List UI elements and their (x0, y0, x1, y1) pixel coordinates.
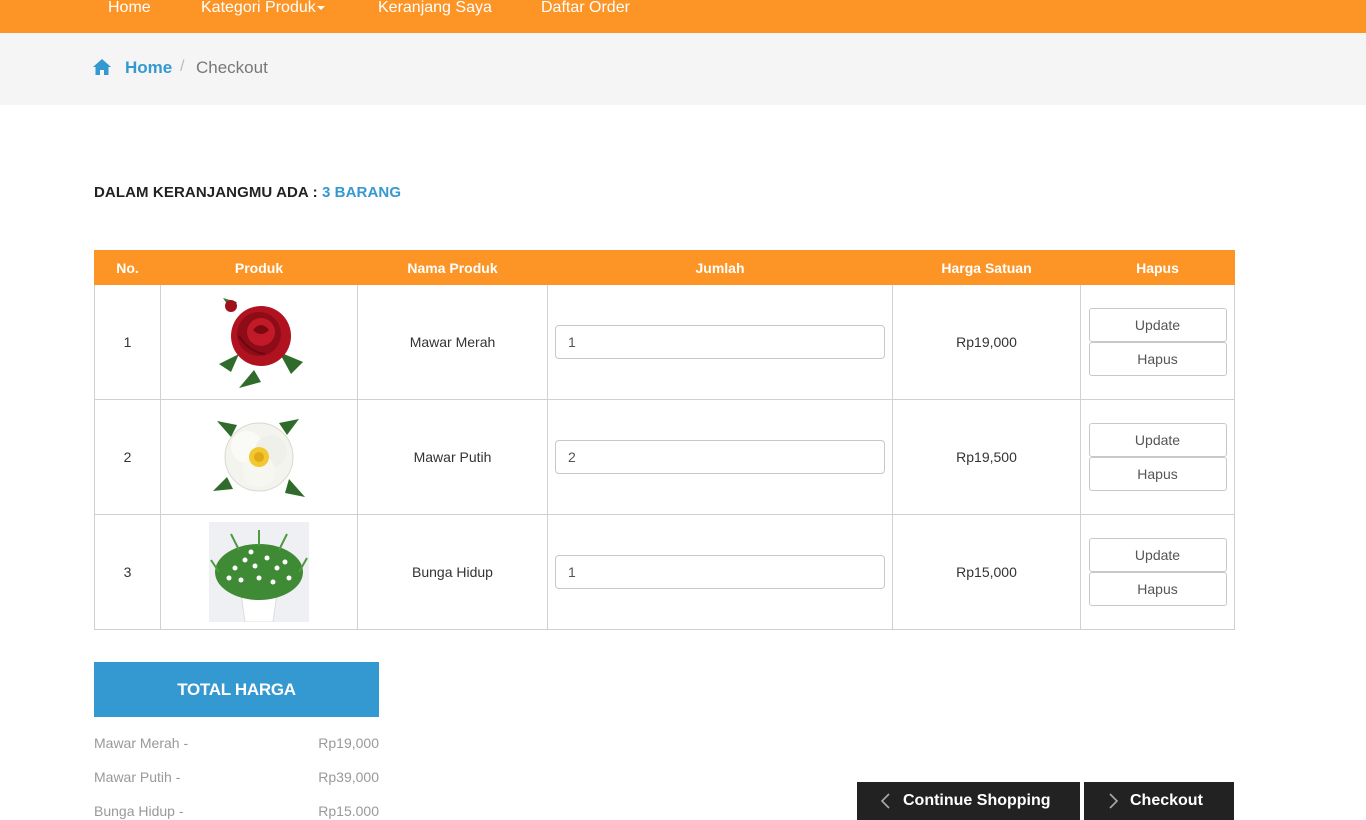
quantity-input[interactable] (555, 440, 885, 474)
cart-heading: DALAM KERANJANGMU ADA : 3 BARANG (94, 184, 401, 201)
breadcrumb-separator: / (180, 58, 185, 75)
delete-button[interactable]: Hapus (1088, 572, 1227, 606)
table-header-row: No. Produk Nama Produk Jumlah Harga Satu… (94, 250, 1235, 285)
col-header-produk: Produk (160, 250, 358, 285)
actions-cell: Update Hapus (1080, 399, 1235, 515)
chevron-right-icon (1109, 793, 1118, 809)
white-rose-image (213, 419, 305, 497)
row-number: 1 (94, 284, 161, 400)
cart-heading-label: DALAM KERANJANGMU ADA : (94, 184, 318, 201)
update-button[interactable]: Update (1088, 538, 1227, 572)
nav-kategori-label: Kategori Produk (201, 0, 316, 16)
continue-shopping-label: Continue Shopping (903, 792, 1051, 809)
cart-table: No. Produk Nama Produk Jumlah Harga Satu… (94, 250, 1235, 630)
delete-button[interactable]: Hapus (1088, 342, 1227, 376)
product-name: Mawar Putih (357, 399, 548, 515)
unit-price: Rp19,500 (892, 399, 1081, 515)
unit-price: Rp19,000 (892, 284, 1081, 400)
update-button[interactable]: Update (1088, 423, 1227, 457)
summary-item-name: Mawar Putih - (94, 769, 181, 785)
summary-item-name: Bunga Hidup - (94, 803, 184, 819)
quantity-cell (547, 284, 893, 400)
product-name: Mawar Merah (357, 284, 548, 400)
breadcrumb: Home / Checkout (0, 33, 1366, 105)
col-header-no: No. (94, 250, 161, 285)
product-name: Bunga Hidup (357, 514, 548, 630)
product-image-cell (160, 284, 358, 400)
continue-shopping-button[interactable]: Continue Shopping (857, 782, 1080, 820)
table-row: 1 Mawar Merah Rp19,000 (94, 284, 1235, 400)
nav-kategori-produk[interactable]: Kategori Produk (201, 0, 325, 18)
top-navbar: Home Kategori Produk Keranjang Saya Daft… (0, 0, 1366, 33)
summary-line: Mawar Putih - Rp39,000 (94, 769, 379, 785)
quantity-cell (547, 399, 893, 515)
actions-cell: Update Hapus (1080, 514, 1235, 630)
nav-daftar-order[interactable]: Daftar Order (541, 0, 630, 18)
col-header-nama-produk: Nama Produk (357, 250, 548, 285)
table-row: 2 Mawar Putih Rp19,500 (94, 399, 1235, 515)
breadcrumb-home-link[interactable]: Home (125, 58, 172, 78)
summary-line: Bunga Hidup - Rp15.000 (94, 803, 379, 819)
checkout-label: Checkout (1130, 792, 1203, 809)
potted-flowers-image (209, 522, 309, 622)
nav-home[interactable]: Home (108, 0, 151, 18)
unit-price: Rp15,000 (892, 514, 1081, 630)
delete-button[interactable]: Hapus (1088, 457, 1227, 491)
table-row: 3 Bunga Hidup R (94, 514, 1235, 630)
col-header-jumlah: Jumlah (547, 250, 893, 285)
nav-keranjang-saya[interactable]: Keranjang Saya (378, 0, 492, 18)
actions-cell: Update Hapus (1080, 284, 1235, 400)
row-number: 2 (94, 399, 161, 515)
chevron-left-icon (881, 793, 890, 809)
quantity-input[interactable] (555, 325, 885, 359)
caret-down-icon (316, 5, 325, 10)
home-icon[interactable] (93, 59, 111, 75)
total-price-header: TOTAL HARGA (94, 662, 379, 717)
summary-item-name: Mawar Merah - (94, 735, 189, 751)
quantity-cell (547, 514, 893, 630)
quantity-input[interactable] (555, 555, 885, 589)
summary-item-price: Rp39,000 (318, 769, 379, 785)
summary-item-price: Rp19,000 (318, 735, 379, 751)
col-header-hapus: Hapus (1080, 250, 1235, 285)
summary-line: Mawar Merah - Rp19,000 (94, 735, 379, 751)
red-rose-image (219, 298, 303, 388)
col-header-harga-satuan: Harga Satuan (892, 250, 1081, 285)
checkout-button[interactable]: Checkout (1084, 782, 1234, 820)
cart-item-count: 3 BARANG (321, 184, 402, 201)
product-image-cell (160, 399, 358, 515)
row-number: 3 (94, 514, 161, 630)
summary-item-price: Rp15.000 (318, 803, 379, 819)
update-button[interactable]: Update (1088, 308, 1227, 342)
product-image-cell (160, 514, 358, 630)
breadcrumb-current: Checkout (196, 58, 268, 77)
